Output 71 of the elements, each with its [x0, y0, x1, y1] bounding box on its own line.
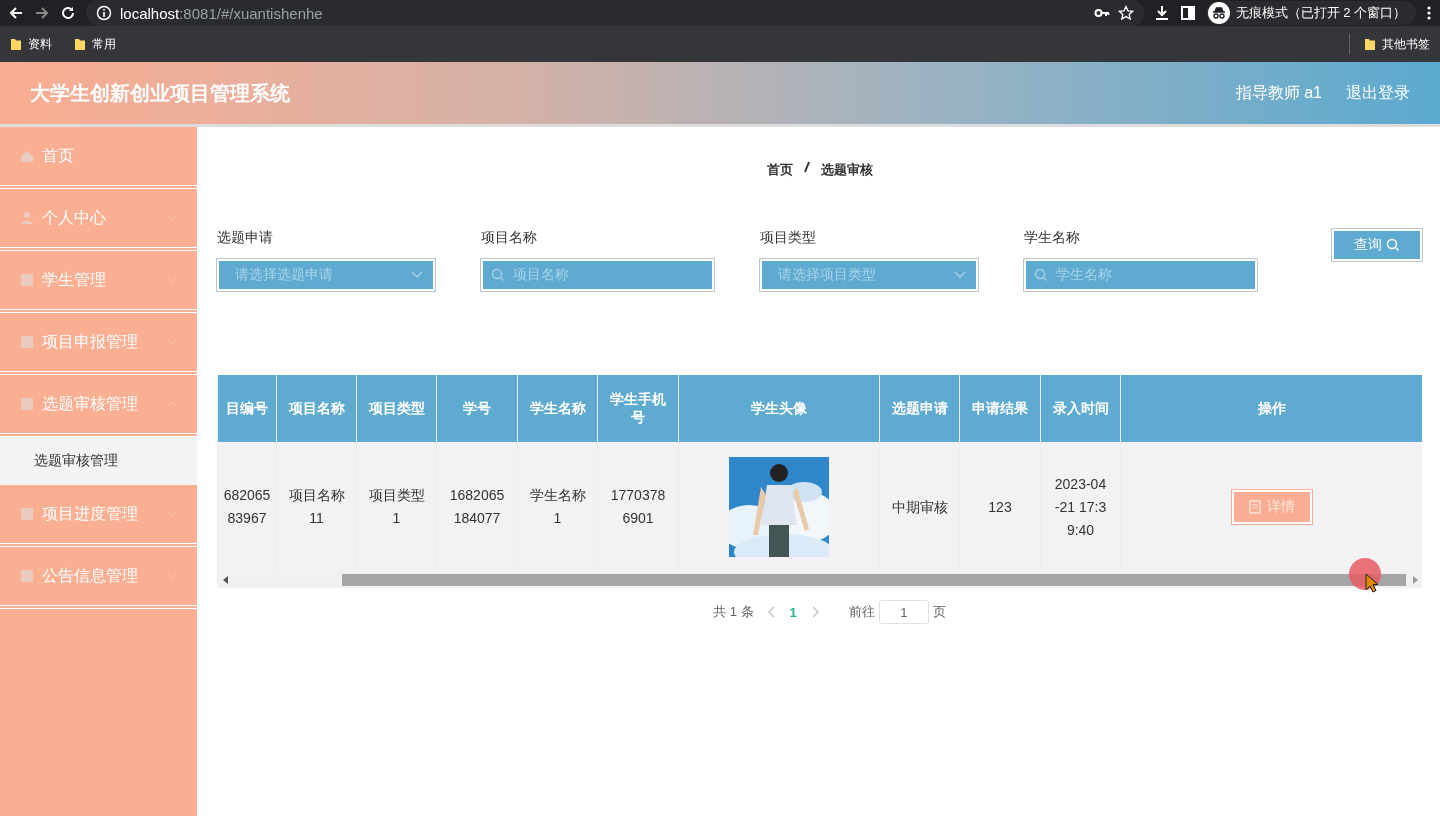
forward-icon[interactable]	[34, 5, 50, 21]
grid-icon	[20, 507, 34, 521]
column-header: 项目名称	[276, 375, 357, 442]
breadcrumb-item: 选题审核	[820, 161, 873, 179]
side-panel-icon[interactable]	[1179, 5, 1196, 21]
address-text: localhost:8081/#/xuantishenhe	[120, 4, 323, 22]
column-header: 学生名称	[517, 375, 598, 442]
search-icon	[491, 268, 505, 282]
column-header: 学号	[436, 375, 518, 442]
search-icon	[1034, 268, 1048, 282]
breadcrumb-item[interactable]: 首页	[766, 161, 793, 179]
grid-icon	[20, 569, 34, 583]
grid-icon	[20, 335, 34, 349]
column-header: 申请结果	[959, 375, 1041, 442]
chevron-down-icon	[411, 271, 423, 279]
star-icon[interactable]	[1117, 5, 1134, 21]
column-header: 学生头像	[678, 375, 880, 442]
total-count: 共 1 条	[713, 603, 754, 621]
detail-button[interactable]: 详情	[1231, 490, 1312, 524]
column-header: 目编号	[217, 375, 277, 442]
column-header: 项目类型	[356, 375, 437, 442]
user-name: 指导教师 a1	[1235, 82, 1322, 103]
column-header: 选题申请	[879, 375, 960, 442]
folder-icon	[74, 37, 86, 51]
slash-icon	[802, 161, 811, 173]
back-icon[interactable]	[8, 5, 24, 21]
bookmark[interactable]: 常用	[74, 35, 116, 53]
sidebar-item[interactable]: 个人中心	[0, 189, 197, 251]
grid-icon	[20, 397, 34, 411]
select-field[interactable]: 请选择选题申请	[217, 259, 435, 291]
app-title: 大学生创新创业项目管理系统	[30, 80, 291, 106]
sidebar-item[interactable]: 公告信息管理	[0, 547, 197, 609]
filter-label: 项目名称	[481, 229, 538, 247]
scroll-left-icon[interactable]	[223, 576, 228, 584]
select-field[interactable]: 请选择项目类型	[760, 259, 978, 291]
info-icon	[96, 5, 112, 21]
filter-label: 选题申请	[217, 229, 274, 247]
sidebar-item[interactable]: 项目进度管理	[0, 485, 197, 547]
address-bar[interactable]: localhost:8081/#/xuantishenhe	[86, 0, 1144, 26]
search-field[interactable]: 学生名称	[1024, 259, 1257, 291]
reload-icon[interactable]	[60, 5, 76, 21]
folder-icon	[10, 37, 22, 51]
sidebar-item[interactable]: 学生管理	[0, 251, 197, 313]
chevron-down-icon	[954, 271, 966, 279]
person-icon	[20, 211, 34, 225]
scrollbar-thumb[interactable]	[342, 574, 1406, 586]
download-icon[interactable]	[1153, 5, 1170, 21]
search-button[interactable]: 查询	[1332, 229, 1422, 261]
column-header: 学生手机号	[597, 375, 679, 442]
search-icon	[1386, 238, 1400, 252]
bookmark[interactable]: 其他书签	[1364, 35, 1430, 53]
search-field[interactable]: 项目名称	[481, 259, 714, 291]
column-header: 录入时间	[1040, 375, 1121, 442]
submenu-item[interactable]: 选题审核管理	[0, 437, 197, 485]
sidebar-item[interactable]: 项目申报管理	[0, 313, 197, 375]
sidebar-item[interactable]: 首页	[0, 127, 197, 189]
logout-link[interactable]: 退出登录	[1346, 82, 1410, 104]
page-number[interactable]: 1	[789, 604, 797, 620]
home-icon	[20, 149, 34, 163]
goto-label: 前往	[848, 603, 875, 621]
filter-label: 学生名称	[1024, 229, 1081, 247]
more-icon[interactable]	[1426, 5, 1432, 21]
document-icon	[1248, 500, 1261, 514]
grid-icon	[20, 273, 34, 287]
page-input[interactable]: 1	[878, 600, 929, 624]
bookmark[interactable]: 资料	[10, 35, 52, 53]
folder-icon	[1364, 37, 1376, 51]
incognito-badge[interactable]: 无痕模式（已打开 2 个窗口）	[1205, 1, 1416, 25]
column-header: 操作	[1120, 375, 1422, 442]
filter-label: 项目类型	[760, 229, 817, 247]
page-unit: 页	[932, 603, 946, 621]
